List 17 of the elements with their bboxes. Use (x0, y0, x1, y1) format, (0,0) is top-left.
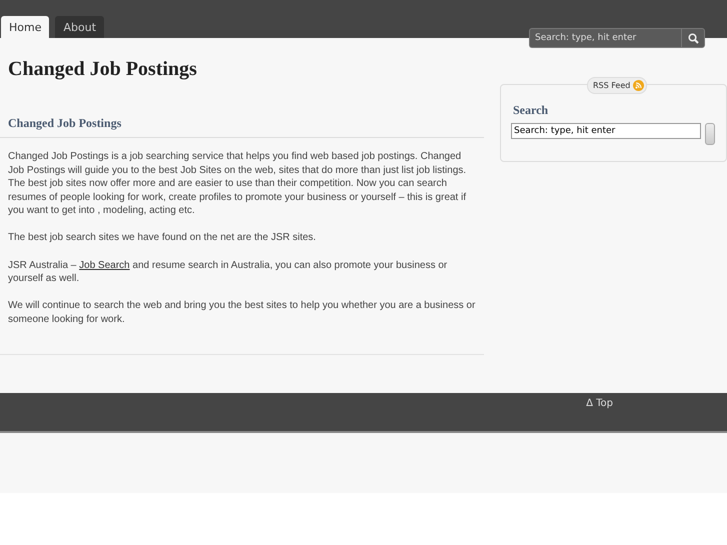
widget-title: Search (513, 103, 550, 118)
nav-tab[interactable]: About (55, 16, 104, 38)
paragraph: The best job search sites we have found on the net are the JSR sites. (8, 231, 317, 246)
header-search-field[interactable]: Search: type, hit enter (529, 28, 681, 48)
nav-tab[interactable]: Home (1, 16, 50, 38)
job-search-link[interactable]: Job Search (79, 260, 130, 271)
rss-icon (633, 80, 644, 91)
paragraph: JSR Australia – Job Search and resume search in Australia, you can also promote your business or yourself as well. (8, 258, 448, 286)
paragraph: We will continue to search the web and bring you the best sites to help you whether you are a business or someone looking for work. (8, 299, 476, 326)
paragraph: Changed Job Postings is a job searching service that helps you find web based job postings. Changed Job Postings will guide you to the best Job Sites on the web, sites that do more than just list job listings. The best job sites now offer more and are easier to use than their competition. Now you can search resumes of people looking for work, create profiles to promote your business or yourself – this is great if you want to get into , modeling, acting etc. (8, 150, 468, 218)
search-button[interactable] (681, 28, 705, 48)
post-title: Changed Job Postings (0, 108, 484, 138)
search-field[interactable]: Search: type, hit enter (511, 123, 701, 139)
site-title: Changed Job Postings (7, 57, 198, 82)
rss-feed-link[interactable]: RSS Feed (587, 77, 648, 94)
back-to-top-link[interactable]: Δ Top (586, 398, 613, 431)
search-icon (688, 32, 698, 44)
